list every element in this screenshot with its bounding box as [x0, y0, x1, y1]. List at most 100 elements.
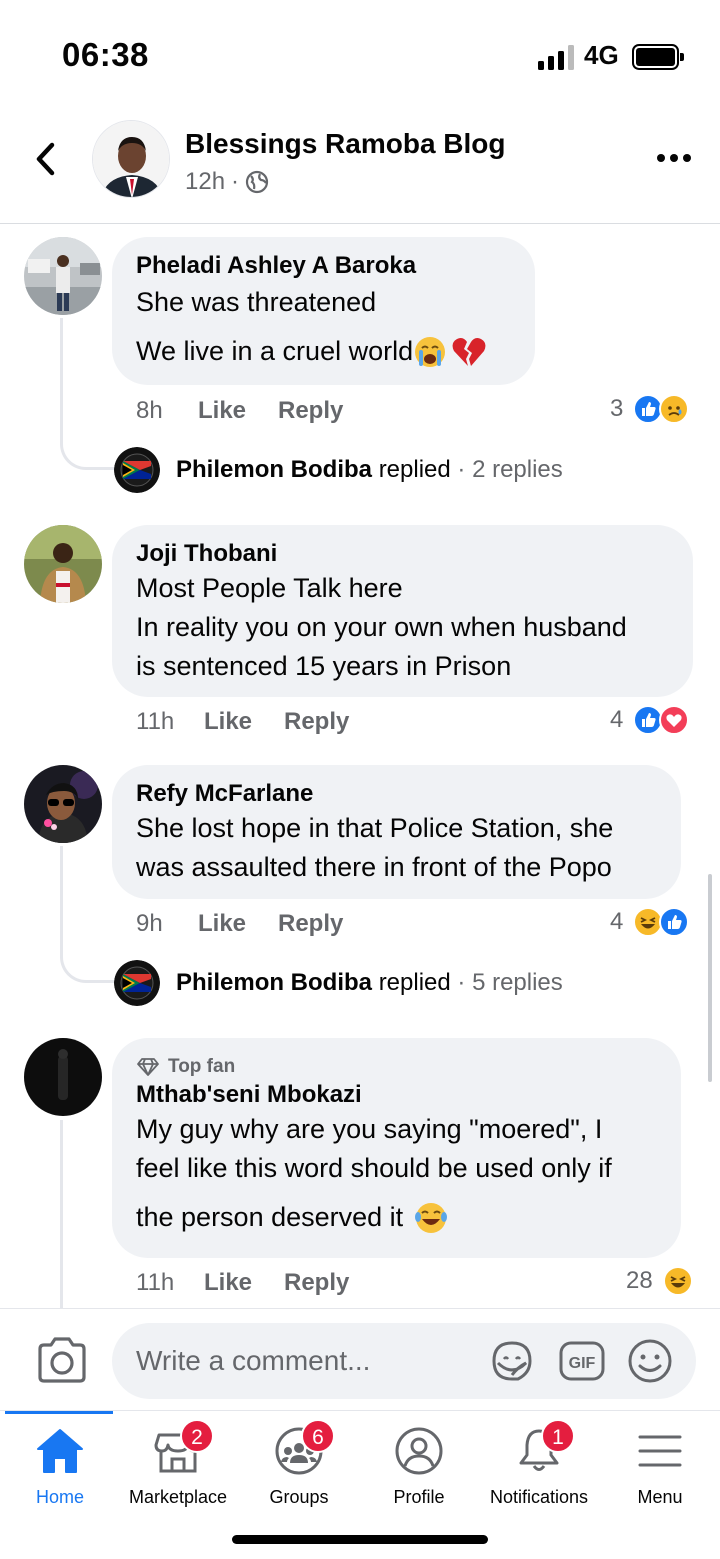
comment-time: 11h — [136, 708, 175, 735]
like-button[interactable]: Like — [198, 397, 278, 425]
reaction-summary[interactable]: 28 — [626, 1266, 693, 1296]
notification-badge: 1 — [541, 1419, 575, 1453]
post-age: 12h — [185, 168, 226, 195]
reply-author-avatar — [114, 960, 160, 1006]
scrollbar[interactable] — [708, 874, 712, 1082]
thread-connector — [60, 846, 116, 983]
tab-home[interactable]: Home — [0, 1427, 120, 1527]
comment-time: 11h — [136, 1269, 175, 1296]
cellular-signal-icon — [538, 44, 574, 70]
reaction-summary[interactable]: 4 — [610, 705, 690, 735]
reaction-summary[interactable]: 3 — [610, 394, 690, 424]
tab-label: Home — [35, 1487, 84, 1507]
post-header: Blessings Ramoba Blog 12h · — [0, 112, 720, 224]
haha-reaction-icon — [662, 1266, 693, 1296]
comment-text: the person deserved it — [136, 1198, 657, 1237]
comment-bubble[interactable]: Top fan Mthab'seni Mbokazi My guy why ar… — [112, 1038, 681, 1258]
comment-actions: 9h Like Reply — [136, 910, 343, 938]
sticker-icon[interactable] — [488, 1337, 536, 1385]
tab-label: Marketplace — [128, 1487, 228, 1507]
love-reaction-icon — [659, 705, 690, 735]
diamond-icon — [137, 1058, 159, 1076]
status-time: 06:38 — [62, 36, 149, 73]
like-button[interactable]: Like — [204, 708, 284, 736]
replied-label: replied — [378, 969, 451, 996]
tab-marketplace[interactable]: 2 Marketplace — [118, 1419, 238, 1527]
comment-text: We live in a cruel world — [136, 332, 511, 371]
comment-input[interactable]: Write a comment... GIF — [112, 1323, 696, 1399]
notification-badge: 2 — [180, 1419, 214, 1453]
comment-bubble[interactable]: Pheladi Ashley A Baroka She was threaten… — [112, 237, 535, 385]
home-indicator[interactable] — [232, 1535, 488, 1544]
reply-button[interactable]: Reply — [278, 397, 343, 425]
comment-author[interactable]: Pheladi Ashley A Baroka — [136, 251, 511, 281]
meta-separator: · — [231, 168, 240, 195]
home-icon — [37, 1429, 83, 1473]
view-replies-row[interactable]: Philemon Bodiba replied · 5 replies — [114, 960, 563, 1006]
post-meta: 12h · — [185, 168, 269, 196]
tab-label: Notifications — [489, 1487, 589, 1507]
more-options-icon[interactable] — [656, 152, 692, 164]
top-fan-label: Top fan — [168, 1056, 236, 1077]
reply-button[interactable]: Reply — [284, 1269, 349, 1297]
notification-badge: 6 — [301, 1419, 335, 1453]
comment-bubble[interactable]: Refy McFarlane She lost hope in that Pol… — [112, 765, 681, 899]
comment-avatar[interactable] — [24, 525, 102, 603]
network-type: 4G — [584, 40, 619, 70]
reply-author-avatar — [114, 447, 160, 493]
comment-input-placeholder: Write a comment... — [136, 1345, 371, 1376]
tab-groups[interactable]: 6 Groups — [239, 1419, 359, 1527]
comment-author[interactable]: Mthab'seni Mbokazi — [136, 1080, 657, 1110]
reaction-count: 28 — [626, 1267, 653, 1294]
comment-actions: 11h Like Reply — [136, 708, 349, 736]
comment-avatar[interactable] — [24, 237, 102, 315]
svg-text:GIF: GIF — [569, 1355, 596, 1372]
comment-bubble[interactable]: Joji Thobani Most People Talk here In re… — [112, 525, 693, 697]
comment-text: She lost hope in that Police Station, sh… — [136, 813, 614, 843]
comment-text: My guy why are you saying "moered", I — [136, 1114, 603, 1144]
like-button[interactable]: Like — [198, 910, 278, 938]
tab-profile[interactable]: Profile — [359, 1427, 479, 1527]
comment-avatar[interactable] — [24, 1038, 102, 1116]
crying-face-emoji-icon — [415, 336, 446, 367]
comment-text: feel like this word should be used only … — [136, 1153, 612, 1183]
tab-menu[interactable]: Menu — [600, 1427, 720, 1527]
active-tab-indicator — [5, 1411, 113, 1414]
battery-icon — [632, 44, 684, 70]
tears-of-joy-emoji-icon — [415, 1202, 448, 1233]
reply-button[interactable]: Reply — [278, 910, 343, 938]
comment-text: Most People Talk here — [136, 573, 403, 603]
comment-time: 8h — [136, 397, 163, 424]
page-title[interactable]: Blessings Ramoba Blog — [185, 128, 506, 160]
page-avatar[interactable] — [92, 120, 170, 198]
like-reaction-icon — [659, 907, 690, 937]
reply-button[interactable]: Reply — [284, 708, 349, 736]
tab-label: Menu — [637, 1487, 683, 1507]
comment-time: 9h — [136, 910, 163, 937]
reaction-count: 4 — [610, 908, 624, 935]
comment-text: is sentenced 15 years in Prison — [136, 651, 512, 681]
comment-text: In reality you on your own when husband — [136, 612, 627, 642]
tab-label: Groups — [269, 1487, 329, 1507]
emoji-icon[interactable] — [626, 1337, 674, 1385]
comment-avatar[interactable] — [24, 765, 102, 843]
comment-text-line: We live in a cruel world — [136, 336, 414, 366]
comment-actions: 8h Like Reply — [136, 397, 343, 425]
back-arrow-icon[interactable] — [30, 140, 62, 178]
hamburger-menu-icon — [638, 1435, 682, 1467]
public-globe-icon — [245, 170, 269, 194]
reply-author-name: Philemon Bodiba — [176, 969, 373, 996]
view-replies-row[interactable]: Philemon Bodiba replied · 2 replies — [114, 447, 563, 493]
comment-author[interactable]: Joji Thobani — [136, 539, 669, 569]
reply-count: · 5 replies — [457, 969, 563, 996]
comment-text: was assaulted there in front of the Popo — [136, 852, 612, 882]
tab-notifications[interactable]: 1 Notifications — [479, 1419, 599, 1527]
like-button[interactable]: Like — [204, 1269, 284, 1297]
comment-composer: Write a comment... GIF — [0, 1308, 720, 1410]
reply-count: · 2 replies — [457, 456, 563, 483]
gif-icon[interactable]: GIF — [558, 1337, 606, 1385]
camera-icon[interactable] — [36, 1337, 88, 1383]
comment-author[interactable]: Refy McFarlane — [136, 779, 657, 809]
reaction-summary[interactable]: 4 — [610, 907, 690, 937]
thread-connector — [60, 1120, 63, 1308]
